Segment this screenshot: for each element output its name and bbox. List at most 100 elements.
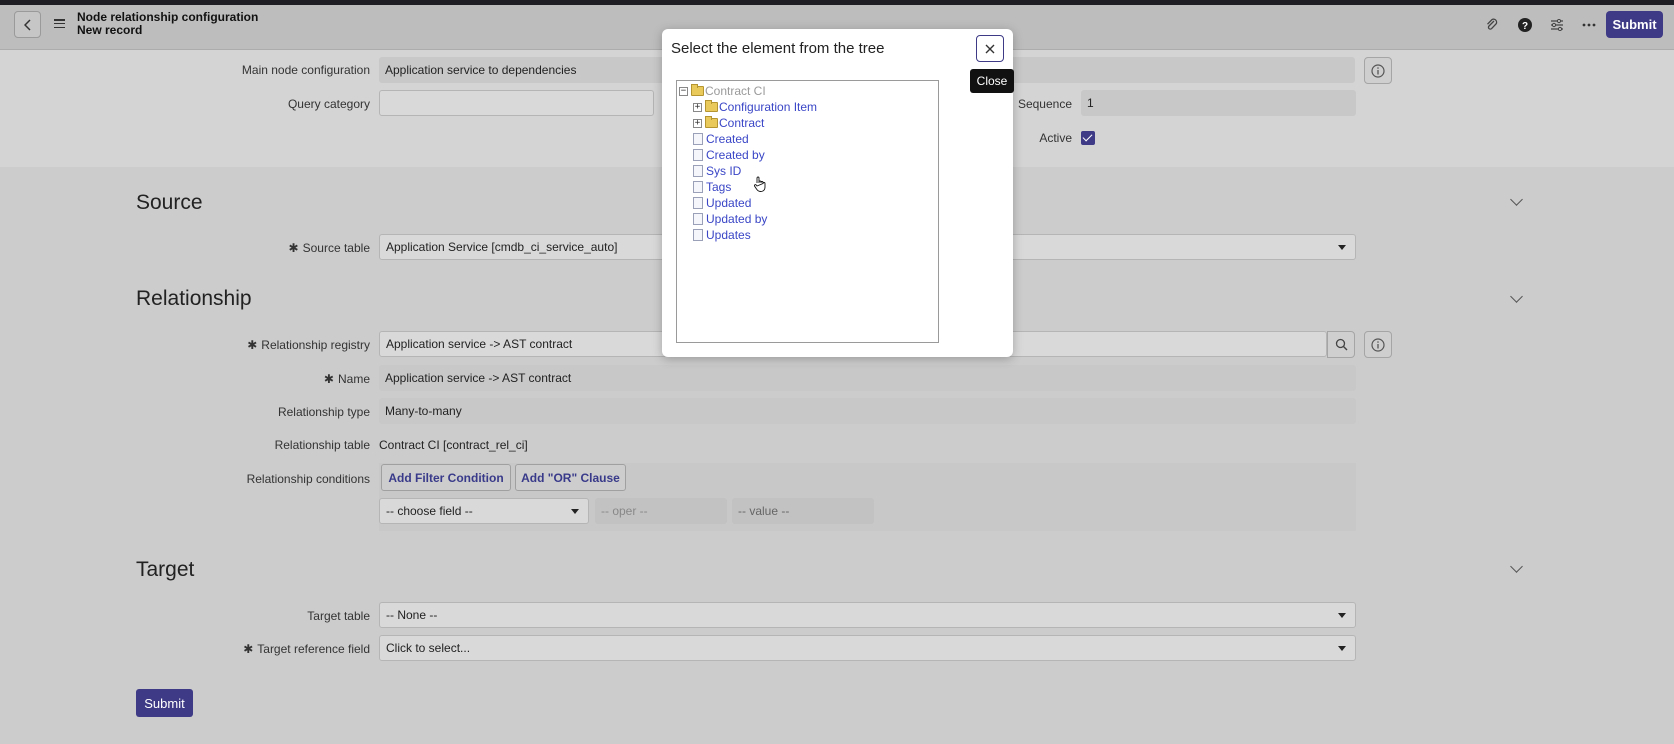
tree-leaf-label: Created xyxy=(706,132,749,146)
tree-root-row[interactable]: − Contract CI xyxy=(679,83,766,99)
help-icon[interactable]: ? xyxy=(1516,16,1534,34)
tree-folder-row[interactable]: + Contract xyxy=(693,115,764,131)
element-tree: − Contract CI + Configuration Item + Con… xyxy=(676,80,939,343)
registry-value: Application service -> AST contract xyxy=(386,337,573,351)
choose-field-value: -- choose field -- xyxy=(386,504,473,518)
dropdown-caret-icon xyxy=(1338,646,1346,651)
dropdown-caret-icon xyxy=(1338,245,1346,250)
folder-icon xyxy=(691,84,704,96)
tree-leaf-row[interactable]: Updated by xyxy=(693,211,767,227)
required-star-icon: ✱ xyxy=(243,642,254,656)
relationship-conditions-label: Relationship conditions xyxy=(246,472,370,486)
tree-leaf-row[interactable]: Updates xyxy=(693,227,751,243)
dropdown-caret-icon xyxy=(1338,613,1346,618)
folder-icon xyxy=(705,100,718,112)
operator-value: -- oper -- xyxy=(601,504,648,518)
dropdown-caret-icon xyxy=(571,509,579,514)
field-document-icon xyxy=(693,149,703,161)
form-title: Node relationship configuration New reco… xyxy=(77,11,258,37)
tree-leaf-row[interactable]: Created by xyxy=(693,147,765,163)
condition-value: -- value -- xyxy=(738,504,790,518)
info-icon xyxy=(1371,337,1385,352)
relationship-section-title: Relationship xyxy=(136,287,252,310)
tree-folder-row[interactable]: + Configuration Item xyxy=(693,99,817,115)
expand-toggle-icon[interactable]: + xyxy=(693,118,702,128)
sequence-input[interactable]: 1 xyxy=(1081,90,1356,116)
main-node-label: Main node configuration xyxy=(241,63,370,77)
required-star-icon: ✱ xyxy=(323,372,334,386)
active-checkbox[interactable] xyxy=(1081,131,1095,145)
tree-select-modal: Select the element from the tree − Contr… xyxy=(662,29,1013,357)
hamburger-menu-icon[interactable] xyxy=(54,19,65,28)
registry-lookup-button[interactable] xyxy=(1327,331,1355,358)
tree-leaf-label: Tags xyxy=(706,180,732,194)
collapse-toggle-icon[interactable]: − xyxy=(679,86,688,96)
tree-leaf-label: Sys ID xyxy=(706,164,742,178)
info-icon xyxy=(1371,63,1385,78)
form-title-line2: New record xyxy=(77,23,143,37)
more-options-icon[interactable] xyxy=(1580,16,1598,34)
bottom-submit-button[interactable]: Submit xyxy=(136,689,193,717)
source-table-label-text: Source table xyxy=(302,241,370,255)
header-submit-button[interactable]: Submit xyxy=(1606,11,1663,38)
settings-sliders-icon[interactable] xyxy=(1548,16,1566,34)
relationship-type-label: Relationship type xyxy=(277,405,370,419)
expand-toggle-icon[interactable]: + xyxy=(693,102,702,112)
main-node-value: Application service to dependencies xyxy=(385,63,577,77)
target-table-value: -- None -- xyxy=(386,608,438,622)
field-document-icon xyxy=(693,133,703,145)
target-table-label: Target table xyxy=(307,609,370,623)
relationship-table-value: Contract CI [contract_rel_ci] xyxy=(379,438,528,452)
field-document-icon xyxy=(693,213,703,225)
tree-folder-label: Contract xyxy=(719,116,765,130)
tree-leaf-label: Updated by xyxy=(706,212,768,226)
search-icon xyxy=(1335,338,1347,351)
field-document-icon xyxy=(693,229,703,241)
registry-label-text: Relationship registry xyxy=(261,338,370,352)
target-ref-select[interactable]: Click to select... xyxy=(379,635,1356,661)
field-document-icon xyxy=(693,165,703,177)
value-input[interactable]: -- value -- xyxy=(732,498,874,524)
tree-leaf-row[interactable]: Tags xyxy=(693,179,731,195)
field-document-icon xyxy=(693,197,703,209)
target-ref-value: Click to select... xyxy=(386,641,471,655)
modal-title: Select the element from the tree xyxy=(671,40,885,57)
source-section-title: Source xyxy=(136,191,203,214)
query-category-label: Query category xyxy=(287,97,370,111)
registry-label: ✱ Relationship registry xyxy=(180,338,370,352)
tree-leaf-row[interactable]: Sys ID xyxy=(693,163,741,179)
add-or-clause-button[interactable]: Add "OR" Clause xyxy=(515,464,626,491)
query-category-input[interactable] xyxy=(379,90,654,116)
relationship-type-value: Many-to-many xyxy=(385,404,462,418)
tree-root-label: Contract CI xyxy=(705,84,766,98)
tree-folder-label: Configuration Item xyxy=(719,100,818,114)
main-node-info-button[interactable] xyxy=(1364,57,1392,84)
field-document-icon xyxy=(693,181,703,193)
relationship-table-label: Relationship table xyxy=(274,438,370,452)
back-button[interactable] xyxy=(14,11,41,38)
target-ref-label-text: Target reference field xyxy=(257,642,370,656)
source-table-value: Application Service [cmdb_ci_service_aut… xyxy=(386,240,618,254)
modal-close-button[interactable] xyxy=(976,35,1004,62)
name-label-text: Name xyxy=(337,372,370,386)
chevron-left-icon xyxy=(23,18,31,31)
svg-text:?: ? xyxy=(1522,21,1528,32)
registry-info-button[interactable] xyxy=(1364,331,1392,358)
target-section-title: Target xyxy=(136,558,195,581)
name-label: ✱ Name xyxy=(180,372,370,386)
operator-select[interactable]: -- oper -- xyxy=(595,498,727,524)
paperclip-icon[interactable] xyxy=(1483,16,1501,34)
tree-leaf-row[interactable]: Created xyxy=(693,131,749,147)
tree-leaf-label: Updates xyxy=(706,228,751,242)
tree-leaf-label: Created by xyxy=(706,148,765,162)
choose-field-select[interactable]: -- choose field -- xyxy=(379,498,589,524)
target-ref-label: ✱ Target reference field xyxy=(180,642,370,656)
target-table-select[interactable]: -- None -- xyxy=(379,602,1356,628)
source-table-label: ✱ Source table xyxy=(180,241,370,255)
add-filter-condition-button[interactable]: Add Filter Condition xyxy=(381,464,511,491)
name-input[interactable]: Application service -> AST contract xyxy=(379,365,1356,391)
relationship-type-field[interactable]: Many-to-many xyxy=(379,398,1356,424)
tree-leaf-label: Updated xyxy=(706,196,752,210)
name-value: Application service -> AST contract xyxy=(385,371,572,385)
tree-leaf-row[interactable]: Updated xyxy=(693,195,751,211)
